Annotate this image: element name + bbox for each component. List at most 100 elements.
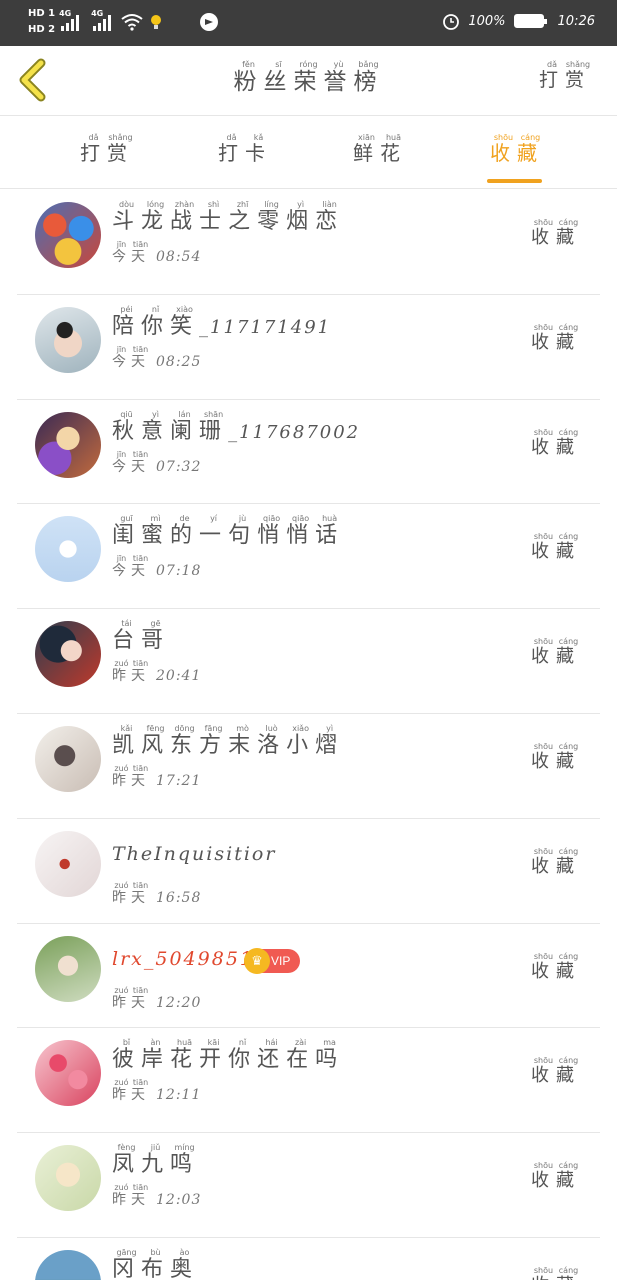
- hanzi-char: 闺guī: [112, 514, 142, 549]
- hanzi-char: 昨zuó: [112, 1078, 131, 1104]
- timestamp: 昨zuó天tiān 12:11: [112, 1078, 201, 1104]
- hanzi-char: 今jīn: [112, 344, 131, 370]
- favorite-button[interactable]: 收shōu藏cáng: [531, 218, 581, 249]
- avatar[interactable]: [35, 1249, 101, 1280]
- favorite-button[interactable]: 收shōu藏cáng: [531, 637, 581, 668]
- timestamp: 昨zuó天tiān 12:20: [112, 986, 201, 1012]
- list-item[interactable]: 陪péi你nǐ笑xiào_117171491 今jīn天tiān 08:25 收shō…: [0, 295, 617, 400]
- timestamp: 昨zuó天tiān 16:58: [112, 881, 201, 907]
- page-title: 粉fěn丝sī荣róng誉yù榜bǎng: [233, 60, 384, 95]
- list-item[interactable]: TheInquisitior 昨zuó天tiān 16:58 收shōu藏cáng: [0, 819, 617, 924]
- pinyin: shǎng: [564, 60, 591, 69]
- favorite-button[interactable]: 收shōu藏cáng: [531, 1056, 581, 1087]
- list-item[interactable]: 秋qiū意yì阑lán珊shān_117687002 今jīn天tiān 07:32…: [0, 400, 617, 505]
- avatar[interactable]: [35, 516, 101, 583]
- hanzi-char: 陪péi: [112, 304, 142, 339]
- avatar[interactable]: [35, 1145, 101, 1212]
- pinyin: qiāo: [257, 514, 287, 524]
- hanzi-char: 奥ào: [170, 1247, 200, 1280]
- favorite-button[interactable]: 收shōu藏cáng: [531, 742, 581, 773]
- list-item[interactable]: 斗dòu龙lóng战zhàn士shì之zhī零líng烟yì恋liàn 今jīn天…: [0, 190, 617, 295]
- user-name-suffix: _117171491: [199, 316, 332, 338]
- pinyin: zhàn: [170, 200, 200, 209]
- favorite-button[interactable]: 收shōu藏cáng: [531, 323, 581, 354]
- pinyin: bǎng: [353, 60, 384, 69]
- pinyin: gāng: [112, 1247, 142, 1257]
- user-name-suffix: _117687002: [228, 421, 361, 443]
- hanzi-char: 粉fěn: [233, 60, 264, 95]
- timestamp-clock: 20:41: [156, 668, 202, 685]
- hanzi-char: 天tiān: [131, 240, 150, 265]
- avatar[interactable]: [35, 621, 101, 688]
- pinyin: qiāo: [286, 514, 316, 524]
- user-name: 闺guī蜜mì的de一yí句jù悄qiāo悄qiāo话huà: [112, 514, 344, 549]
- pinyin: de: [170, 514, 200, 524]
- tab-checkin[interactable]: 打dǎ卡kǎ: [218, 133, 272, 166]
- hanzi-char: 藏cáng: [556, 951, 581, 982]
- avatar[interactable]: [35, 306, 101, 373]
- alarm-icon: [443, 14, 460, 30]
- pinyin: líng: [257, 200, 287, 209]
- hanzi-char: 藏cáng: [556, 637, 581, 668]
- pinyin: kǎ: [245, 133, 272, 142]
- favorite-button[interactable]: 收shōu藏cáng: [531, 847, 581, 878]
- pinyin: jiǔ: [141, 1143, 171, 1153]
- avatar[interactable]: [35, 1040, 101, 1107]
- hanzi-char: 收shōu: [531, 741, 556, 772]
- avatar[interactable]: [35, 202, 101, 268]
- hanzi-char: 鸣míng: [170, 1143, 200, 1178]
- tab-flowers-label: 鲜xiān花huā: [353, 133, 407, 165]
- pinyin: nǐ: [141, 304, 171, 314]
- list-item[interactable]: 闺guī蜜mì的de一yí句jù悄qiāo悄qiāo话huà 今jīn天tiān0…: [0, 504, 617, 609]
- hanzi-char: 恋liàn: [315, 200, 345, 234]
- list-item[interactable]: 台tái哥gē 昨zuó天tiān 20:41 收shōu藏cáng: [0, 609, 617, 714]
- hanzi-char: 东dōng: [170, 723, 200, 758]
- pinyin: shōu: [531, 427, 556, 437]
- signal-1-icon: 4G: [59, 9, 80, 31]
- hanzi-char: 末mò: [228, 723, 258, 758]
- pinyin: shōu: [531, 1161, 556, 1171]
- pinyin: tiān: [131, 985, 150, 995]
- tab-reward[interactable]: 打dǎ赏shǎng: [80, 133, 134, 166]
- favorite-button[interactable]: 收shōu藏cáng: [531, 532, 581, 563]
- avatar[interactable]: [35, 725, 101, 792]
- list-item[interactable]: lrx_504985112 ♛ VIP 昨zuó天tiān12:20 收shōu藏cán…: [0, 924, 617, 1029]
- tab-flowers[interactable]: 鲜xiān花huā: [353, 133, 407, 166]
- pinyin: shōu: [531, 1265, 556, 1275]
- avatar[interactable]: [35, 411, 101, 478]
- pinyin: tiān: [131, 449, 150, 459]
- pinyin: yì: [141, 409, 171, 419]
- pinyin: jīn: [112, 344, 131, 354]
- favorite-button[interactable]: 收shōu藏cáng: [531, 428, 581, 459]
- tab-reward-label: 打dǎ赏shǎng: [80, 133, 134, 165]
- list-item[interactable]: 冈gāng布bù奥ào 收shōu藏cáng: [0, 1238, 617, 1280]
- fan-list: 斗dòu龙lóng战zhàn士shì之zhī零líng烟yì恋liàn 今jīn天…: [0, 190, 617, 1280]
- hanzi-char: 天tiān: [131, 659, 150, 685]
- hanzi-char: 花huā: [170, 1038, 200, 1073]
- hanzi-char: 台tái: [112, 619, 142, 654]
- pinyin: zuó: [112, 985, 131, 995]
- hanzi-char: 藏cáng: [517, 133, 544, 165]
- pinyin: shǎng: [107, 133, 134, 142]
- tab-favorite[interactable]: 收shōu藏cáng: [490, 133, 544, 166]
- list-item[interactable]: 凯kǎi风fēng东dōng方fāng末mò洛luò小xiǎo熠yì 昨zuó天t…: [0, 714, 617, 819]
- hanzi-char: 收shōu: [531, 427, 556, 458]
- favorite-button[interactable]: 收shōu藏cáng: [531, 1161, 581, 1192]
- hanzi-char: 之zhī: [228, 200, 258, 234]
- favorite-button[interactable]: 收shōu藏cáng: [531, 1266, 581, 1280]
- hanzi-char: 收shōu: [490, 133, 517, 165]
- vip-badge: ♛ VIP: [244, 947, 300, 974]
- user-name: 台tái哥gē: [112, 619, 170, 654]
- list-item[interactable]: 彼bǐ岸àn花huā开kāi你nǐ还hái在zài吗ma 昨zuó天tiān 12:…: [0, 1028, 617, 1133]
- pinyin: tiān: [131, 880, 150, 890]
- pinyin: shì: [199, 200, 229, 209]
- avatar[interactable]: [35, 935, 101, 1002]
- pinyin: shōu: [531, 322, 556, 332]
- avatar[interactable]: [35, 830, 101, 897]
- hd1-label: HD 1: [28, 8, 56, 19]
- favorite-button[interactable]: 收shōu藏cáng: [531, 952, 581, 983]
- hanzi-char: 蜜mì: [141, 514, 171, 549]
- timestamp-clock: 08:54: [156, 249, 202, 265]
- reward-button[interactable]: 打dǎ赏shǎng: [539, 60, 591, 91]
- list-item[interactable]: 凤fèng九jiǔ鸣míng 昨zuó天tiān 12:03 收shōu藏cáng: [0, 1133, 617, 1238]
